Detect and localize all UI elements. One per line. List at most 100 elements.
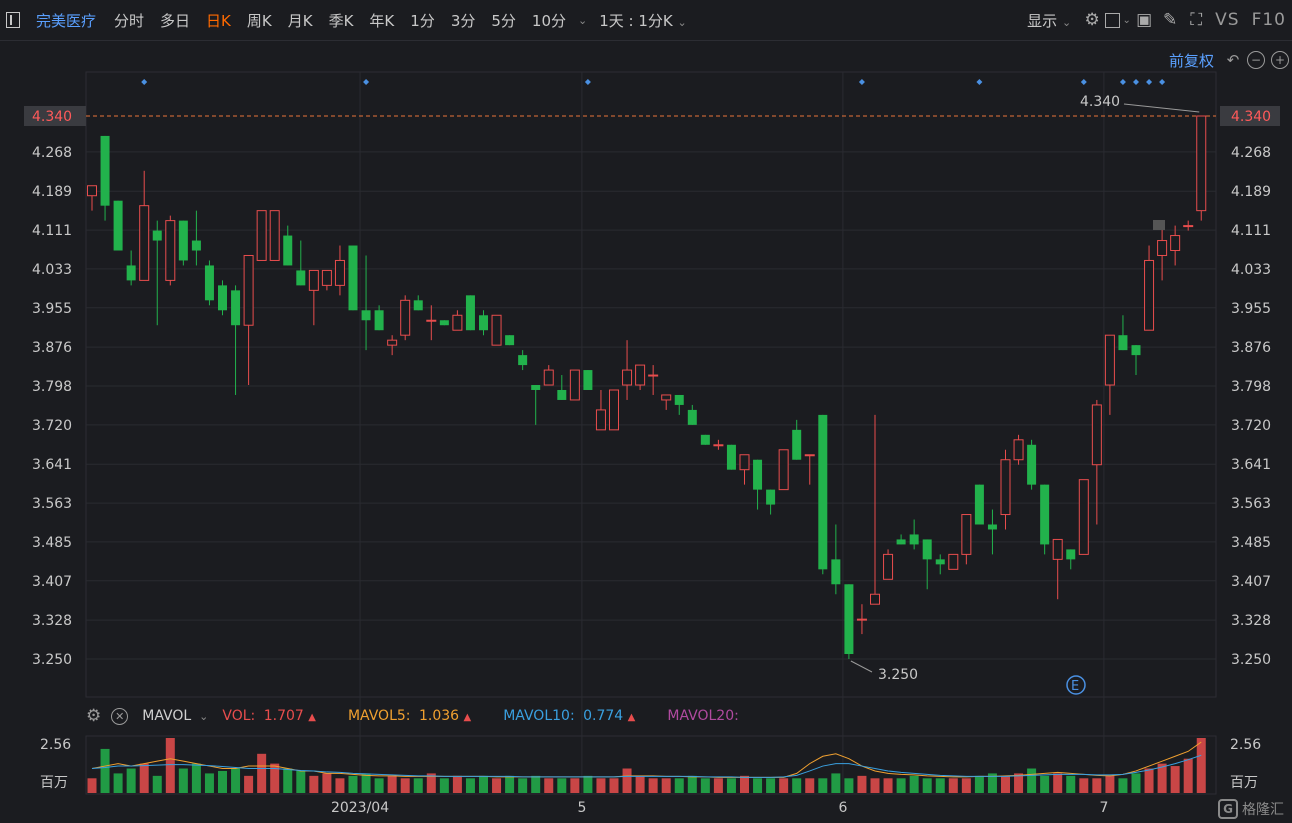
candle-body [1183, 225, 1194, 228]
vol-label: VOL: [222, 708, 256, 724]
candle-body [126, 265, 136, 281]
candle [191, 210, 201, 266]
event-dot-icon [1146, 79, 1153, 85]
candle [974, 484, 984, 525]
candle [909, 519, 919, 550]
volume-bar [753, 778, 763, 793]
indicator-close-icon[interactable]: ✕ [111, 707, 129, 725]
event-dot-icon [976, 79, 983, 85]
volume-bar [400, 778, 410, 793]
volume-bar [374, 778, 384, 793]
volume-bar [361, 773, 371, 793]
candle-body [1104, 334, 1115, 386]
candle [583, 370, 593, 390]
volume-bar [935, 778, 945, 793]
candle [1052, 538, 1063, 600]
volume-bar [583, 775, 593, 793]
candle-body [595, 409, 606, 431]
event-markers [141, 79, 1166, 85]
candle [870, 414, 880, 605]
vol-readout: VOL: 1.707 ▲ [222, 708, 316, 724]
candle-body [804, 454, 815, 457]
candle-body [479, 315, 488, 331]
volume-bar [909, 775, 919, 793]
volume-axis-top-right: 2.56 [1230, 737, 1261, 753]
event-dot-icon [584, 79, 591, 85]
volume-bar [113, 773, 123, 793]
candle-body [165, 220, 176, 281]
price-tick-left: 3.485 [32, 535, 72, 551]
volume-bar [296, 770, 306, 793]
candle-body [557, 389, 567, 400]
candle [1118, 315, 1128, 351]
volume-bar [1196, 738, 1206, 793]
candle-body [648, 374, 659, 377]
volume-bar [779, 778, 789, 793]
volume-bar [335, 778, 345, 793]
price-tick-right: 3.328 [1231, 613, 1271, 629]
price-tick-right: 3.485 [1231, 535, 1271, 551]
volume-bar [609, 778, 619, 793]
candle [753, 459, 763, 510]
candle [687, 404, 697, 425]
candle [726, 444, 736, 470]
candle-body [543, 369, 554, 386]
candle-body [961, 514, 972, 555]
volume-bar [648, 778, 658, 793]
price-tick-left: 4.111 [32, 223, 72, 239]
price-tick-left: 4.189 [32, 184, 72, 200]
candle [1078, 479, 1089, 555]
watermark: G 格隆汇 [1218, 799, 1284, 819]
candle-body [505, 335, 515, 346]
candle [256, 210, 267, 261]
event-e-label: E [1071, 679, 1079, 694]
volume-bar [818, 778, 828, 793]
candle-body [452, 314, 463, 331]
volume-bar [1079, 778, 1089, 793]
price-tick-left: 3.641 [32, 457, 72, 473]
candle-body [778, 449, 789, 491]
mavol10-label: MAVOL10: [503, 708, 575, 724]
candle-body [896, 539, 906, 545]
candle-body [792, 429, 802, 460]
volume-bar [87, 778, 97, 793]
volume-bar [844, 778, 854, 793]
candle-body [1027, 444, 1037, 485]
candle [374, 305, 384, 331]
candle-body [113, 200, 123, 251]
candle-body [856, 618, 867, 621]
candle [766, 489, 776, 515]
candle [1183, 220, 1194, 231]
indicator-settings-gear-icon[interactable]: ⚙ [86, 706, 101, 726]
candle-body [844, 584, 854, 655]
candle-body [387, 339, 398, 346]
candle-body [426, 319, 437, 322]
high-price-label: 4.340 [1080, 94, 1120, 110]
candle [1144, 245, 1155, 331]
candle-body [739, 454, 750, 471]
volume-bar [283, 768, 293, 793]
volume-bar [831, 773, 841, 793]
candle-body [674, 394, 684, 405]
indicator-chevron-down-icon[interactable]: ⌄ [199, 710, 208, 723]
candle [1027, 439, 1037, 490]
candle [283, 225, 293, 266]
candle-body [1091, 404, 1102, 466]
volume-bar [596, 778, 606, 793]
indicator-name[interactable]: MAVOL [142, 708, 191, 724]
candle-body [1170, 235, 1181, 252]
volume-bar [1001, 775, 1010, 793]
price-tick-left: 3.876 [32, 340, 72, 356]
volume-bar [518, 778, 528, 793]
volume-bar [479, 775, 488, 793]
price-tick-left: 4.033 [32, 262, 72, 278]
candle [935, 554, 945, 575]
candle [804, 454, 815, 485]
volume-bar [139, 763, 149, 793]
volume-bar [1183, 758, 1193, 793]
volume-bar [557, 778, 567, 793]
candle-body [609, 389, 619, 431]
volume-bar [413, 778, 423, 793]
extreme-annotations: 4.340 3.250 E [850, 94, 1200, 695]
candle-body [622, 369, 633, 386]
